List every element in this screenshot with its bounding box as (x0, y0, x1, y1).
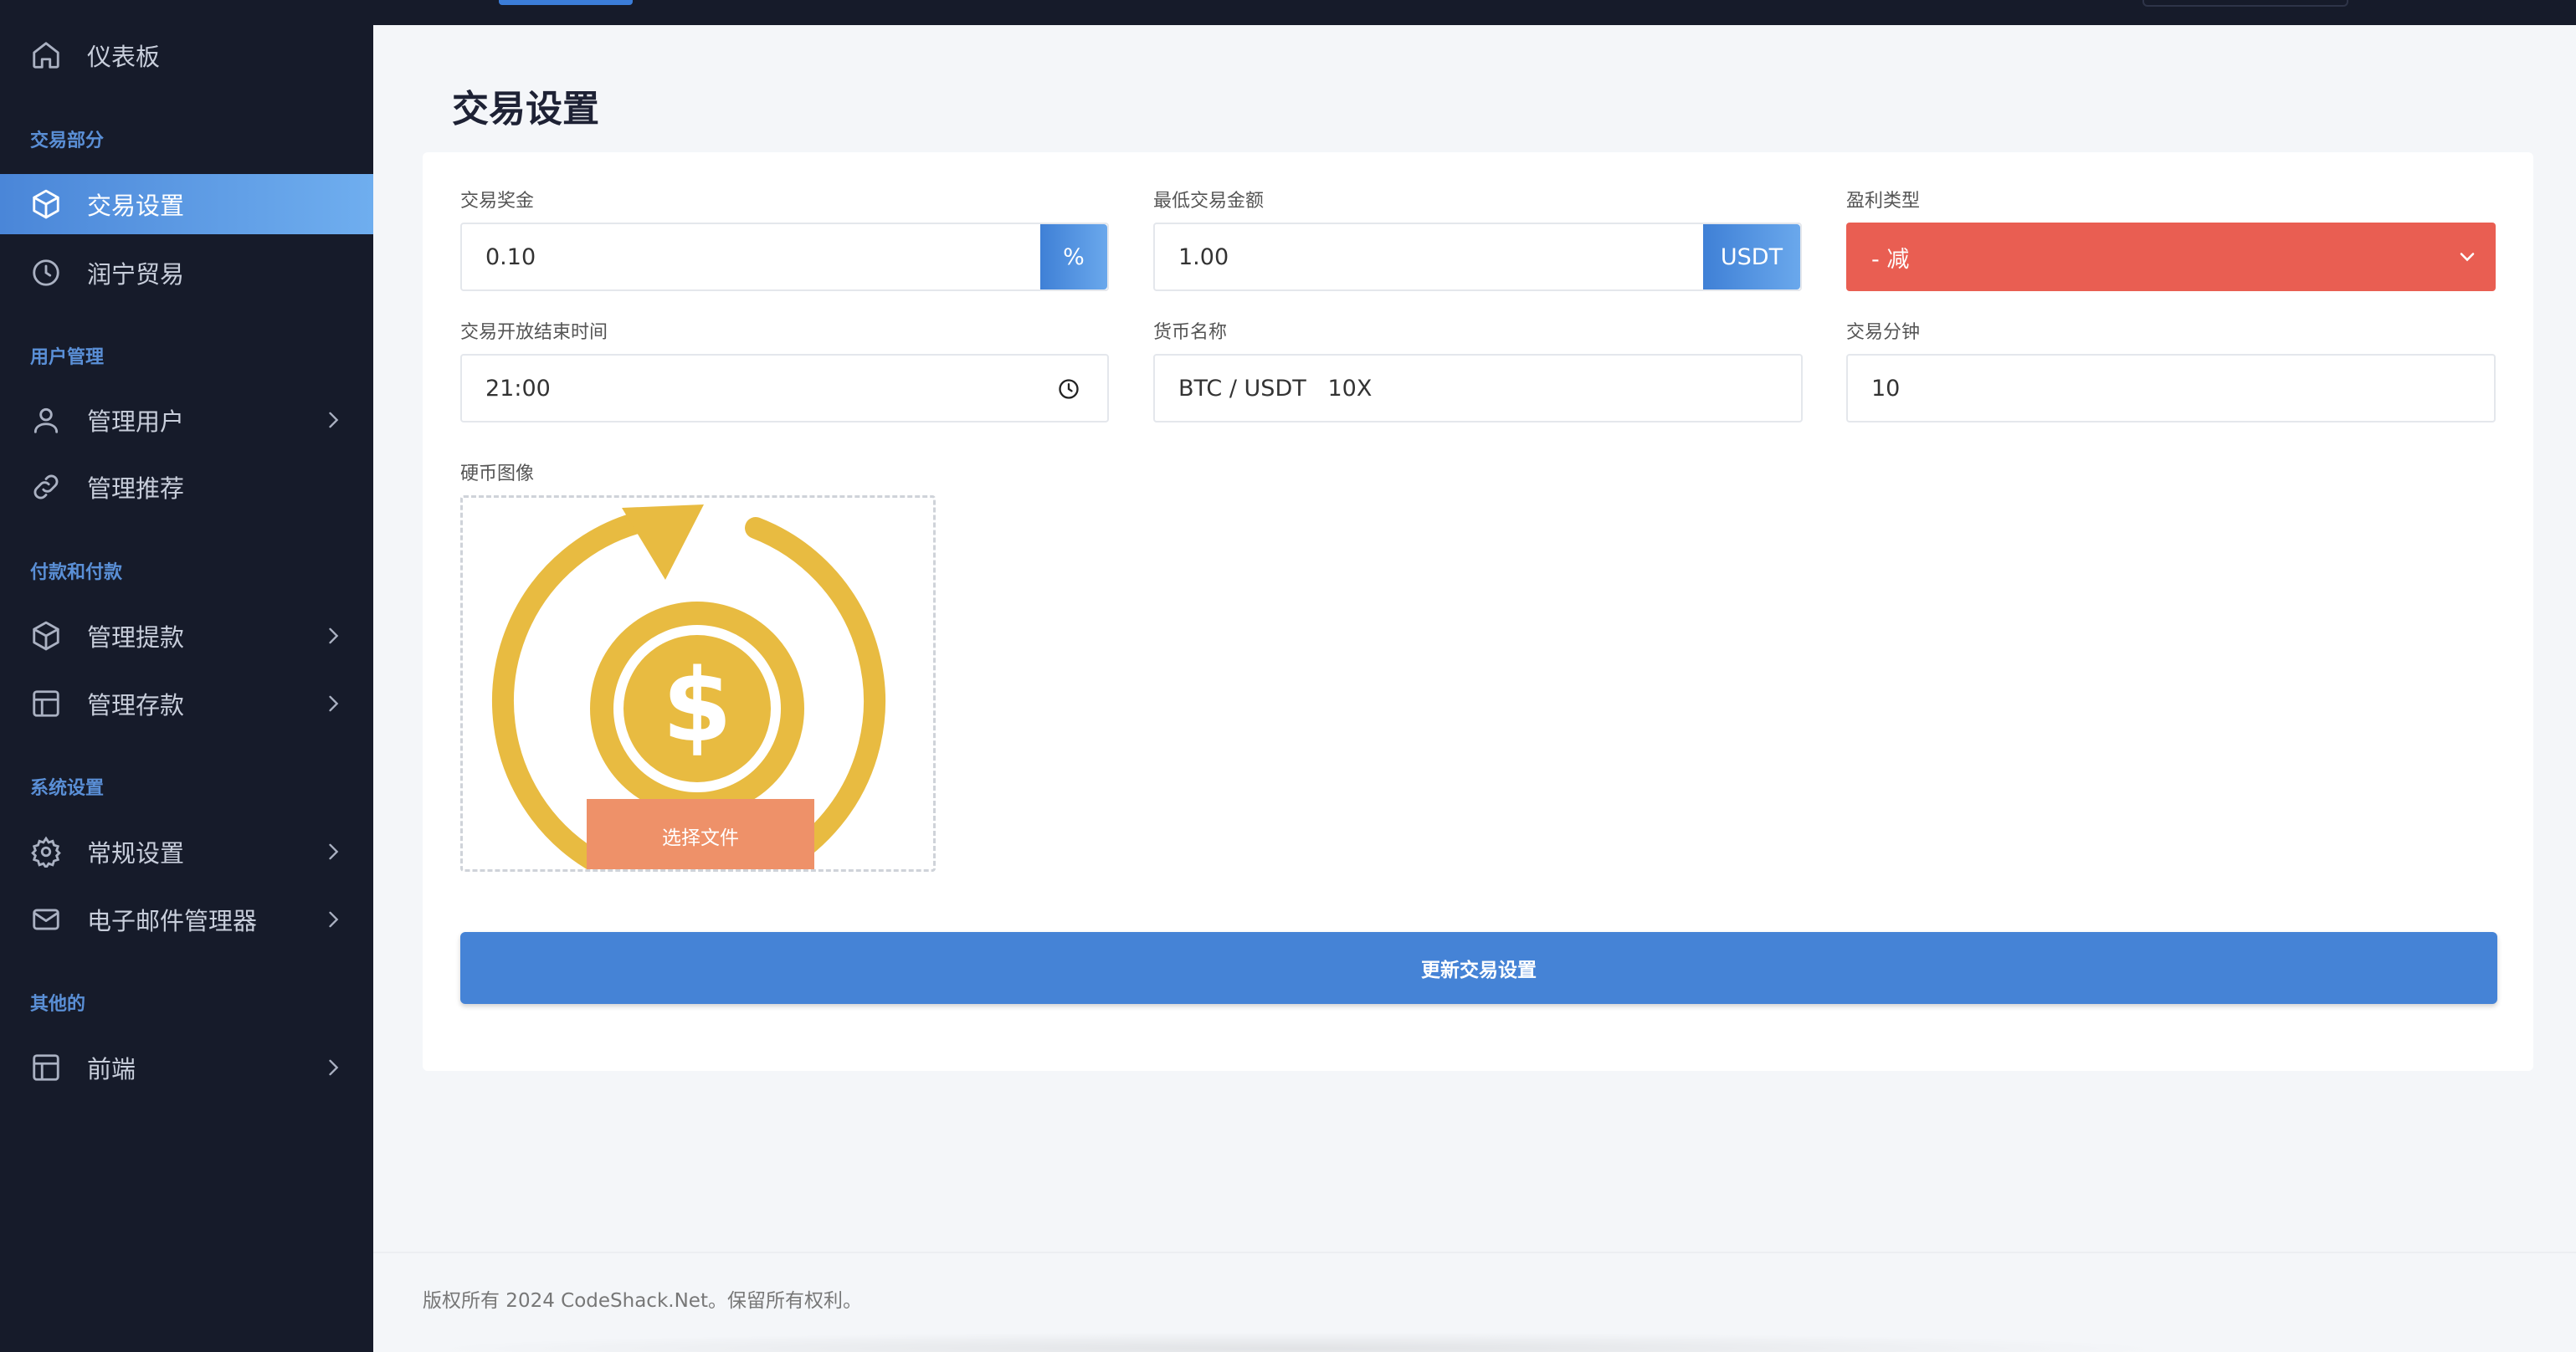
choose-file-button[interactable]: 选择文件 (587, 799, 814, 869)
chevron-right-icon (329, 1059, 339, 1076)
sidebar-item-label: 仪表板 (87, 43, 161, 71)
coin-image-label: 硬币图像 (460, 463, 535, 484)
sidebar-item-label: 常规设置 (87, 839, 185, 868)
profit-type-label: 盈利类型 (1846, 191, 1921, 212)
sidebar-item-label: 电子邮件管理器 (87, 907, 258, 935)
currency-name-input[interactable]: BTC / USDT 10X (1153, 354, 1803, 422)
layout-icon (30, 1052, 62, 1083)
user-icon (30, 404, 62, 436)
chevron-right-icon (329, 412, 339, 428)
currency-name-value: BTC / USDT 10X (1178, 375, 1373, 402)
chevron-right-icon (329, 911, 339, 928)
trade-bonus-input[interactable]: 0.10 % (460, 223, 1109, 291)
sidebar-item-label: 交易设置 (87, 192, 185, 220)
coin-image-dropzone[interactable]: $ 选择文件 (460, 495, 936, 872)
sidebar-item-label: 润宁贸易 (87, 260, 185, 289)
page-title: 交易设置 (452, 88, 599, 131)
open-close-time-input[interactable]: 21:00 (460, 354, 1109, 422)
link-icon (30, 471, 62, 503)
sidebar-item-manage-referrals[interactable]: 管理推荐 (0, 457, 373, 517)
section-title-payments: 付款和付款 (30, 562, 123, 583)
open-close-time-value: 21:00 (485, 375, 551, 402)
usdt-addon: USDT (1703, 224, 1800, 289)
sidebar-item-label: 管理存款 (87, 691, 185, 720)
sidebar-item-dashboard[interactable]: 仪表板 (0, 25, 373, 85)
profit-type-value: - 减 (1871, 246, 1910, 273)
layout-icon (30, 688, 62, 720)
section-title-other: 其他的 (30, 994, 86, 1015)
sidebar-item-manage-deposits[interactable]: 管理存款 (0, 673, 373, 734)
section-title-trading: 交易部分 (30, 131, 105, 151)
min-trade-amount-input[interactable]: 1.00 USDT (1153, 223, 1802, 291)
box-icon (30, 188, 62, 220)
mail-icon (30, 904, 62, 935)
sidebar-item-email-manager[interactable]: 电子邮件管理器 (0, 889, 373, 950)
open-close-time-label: 交易开放结束时间 (460, 322, 608, 343)
trade-bonus-label: 交易奖金 (460, 191, 535, 212)
sidebar-item-label: 管理推荐 (87, 474, 185, 503)
trade-minutes-value: 10 (1871, 375, 1901, 402)
sidebar-item-label: 管理用户 (87, 407, 185, 436)
min-trade-amount-value: 1.00 (1178, 243, 1229, 270)
active-tab-indicator (499, 0, 633, 5)
chevron-right-icon (329, 843, 339, 860)
trade-minutes-input[interactable]: 10 (1846, 354, 2496, 422)
top-bar (373, 0, 2576, 25)
user-menu[interactable] (2142, 0, 2348, 7)
home-icon (30, 39, 62, 71)
gear-icon (30, 836, 62, 868)
sidebar-item-frontend[interactable]: 前端 (0, 1037, 373, 1098)
sidebar: 仪表板 交易部分 交易设置 润宁贸易 用户管理 管理用户 管理推荐 付款和付款 … (0, 0, 373, 1352)
bottom-shadow (418, 1332, 2176, 1352)
min-trade-amount-label: 最低交易金额 (1153, 191, 1265, 212)
section-title-users: 用户管理 (30, 347, 105, 368)
chevron-right-icon (329, 695, 339, 712)
percent-addon: % (1040, 224, 1107, 289)
trade-minutes-label: 交易分钟 (1846, 322, 1921, 343)
currency-name-label: 货币名称 (1153, 322, 1228, 343)
sidebar-item-general-settings[interactable]: 常规设置 (0, 822, 373, 882)
sidebar-item-runing-trade[interactable]: 润宁贸易 (0, 243, 373, 303)
chevron-down-icon (2460, 253, 2475, 262)
section-title-system: 系统设置 (30, 778, 105, 799)
svg-text:$: $ (662, 648, 732, 765)
sidebar-item-label: 前端 (87, 1055, 136, 1083)
sidebar-item-manage-withdrawals[interactable]: 管理提款 (0, 606, 373, 666)
box-icon (30, 620, 62, 652)
sidebar-item-manage-users[interactable]: 管理用户 (0, 390, 373, 450)
footer-divider (373, 1252, 2576, 1253)
clock-icon (30, 257, 62, 289)
profit-type-select[interactable]: - 减 (1846, 223, 2496, 291)
footer-copyright: 版权所有 2024 CodeShack.Net。保留所有权利。 (423, 1290, 862, 1312)
chevron-right-icon (329, 627, 339, 644)
sidebar-item-trade-settings[interactable]: 交易设置 (0, 174, 373, 234)
sidebar-item-label: 管理提款 (87, 623, 185, 652)
update-trade-settings-button[interactable]: 更新交易设置 (460, 932, 2497, 1004)
clock-icon[interactable] (1057, 377, 1080, 401)
trade-bonus-value: 0.10 (485, 243, 536, 270)
